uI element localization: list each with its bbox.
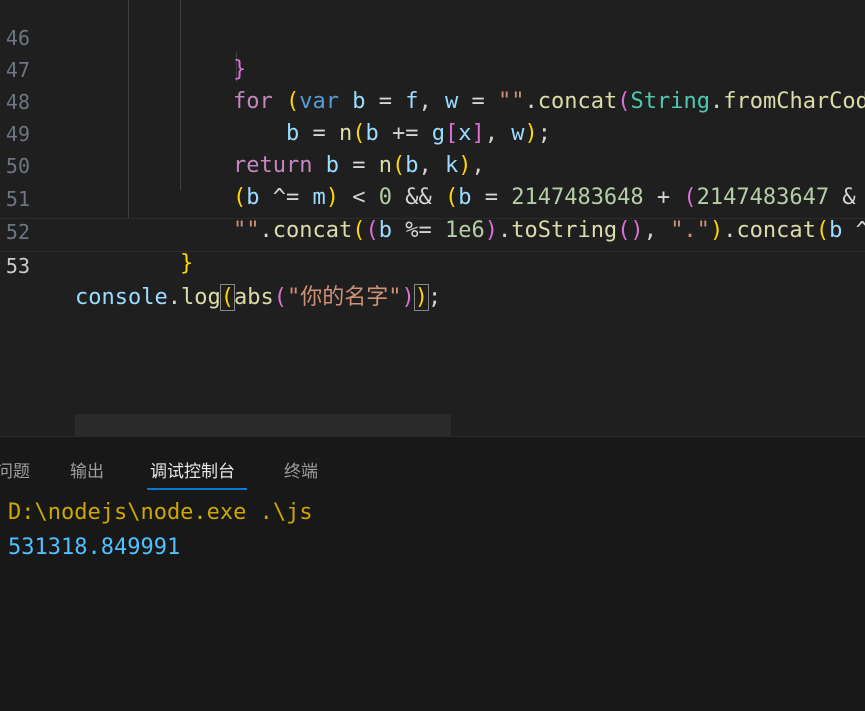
bottom-panel: 问题 输出 调试控制台 终端 D:\nodejs\node.exe .\js 5…	[0, 436, 865, 711]
code-line: 50 (b ^= m) < 0 && (b = 2147483648 + (21…	[0, 118, 865, 210]
console-result-output: 531318.849991	[8, 535, 181, 560]
code-line: 49 return b = n(b, k),	[0, 86, 865, 178]
console-command-output: D:\nodejs\node.exe .\js	[8, 500, 313, 525]
code-line: 52 }	[0, 184, 865, 276]
code-line: 51 "".concat((b %= 1e6).toString(), ".")…	[0, 151, 865, 243]
code-text[interactable]: }	[180, 248, 193, 280]
line-number: 53	[5, 254, 30, 278]
code-line: 46 }	[0, 0, 865, 82]
active-tab-indicator	[147, 488, 247, 490]
code-line: 48 b = n(b += g[x], w);	[0, 54, 865, 146]
code-editor[interactable]: 46 } 47 for (var b = f, w = "".concat(St…	[0, 0, 865, 436]
tab-output[interactable]: 输出	[70, 457, 104, 482]
tab-problems[interactable]: 问题	[0, 457, 30, 482]
tab-terminal[interactable]: 终端	[284, 457, 318, 482]
tab-debug-console[interactable]: 调试控制台	[150, 457, 235, 482]
code-line-active: 53 console.log(abs("你的名字"));	[0, 218, 865, 311]
horizontal-scrollbar[interactable]	[75, 414, 451, 436]
code-line: 47 for (var b = f, w = "".concat(String.…	[0, 22, 865, 114]
code-text[interactable]: console.log(abs("你的名字"));	[75, 282, 441, 314]
